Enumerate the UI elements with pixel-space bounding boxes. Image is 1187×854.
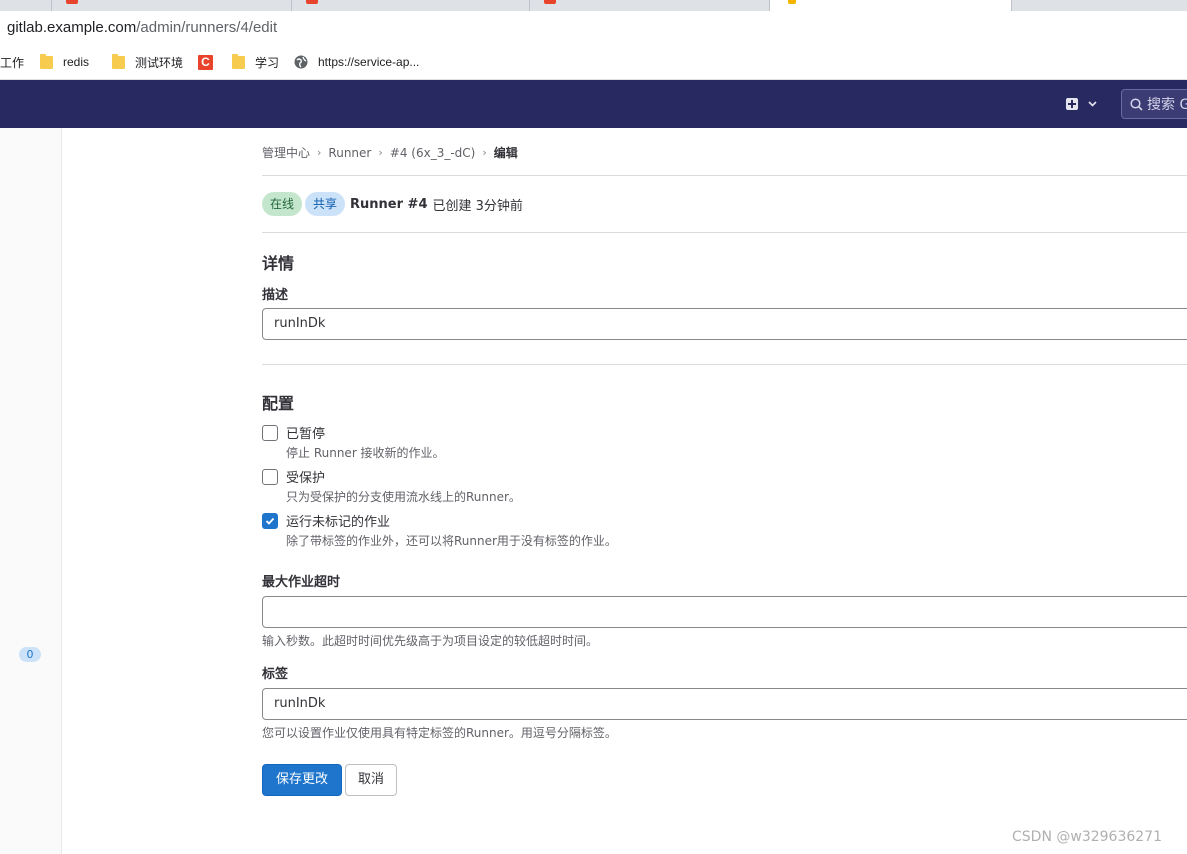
bookmark-study[interactable]: 学习 — [232, 53, 279, 71]
protected-checkbox[interactable] — [262, 468, 278, 485]
bookmarks-bar: 工作 redis 测试环境 C 学习 https://service-ap... — [0, 46, 1187, 80]
config-heading: 配置 — [262, 394, 295, 413]
run-untagged-label: 运行未标记的作业 — [286, 515, 391, 530]
paused-checkbox[interactable] — [262, 424, 278, 441]
description-input[interactable]: runInDk — [262, 308, 1187, 340]
breadcrumb-edit[interactable]: 编辑 — [494, 144, 518, 161]
tab-favicon-icon — [544, 0, 556, 4]
chevron-down-icon — [1088, 101, 1097, 107]
plus-square-icon — [1066, 98, 1078, 110]
folder-icon — [232, 53, 245, 69]
cancel-button[interactable]: 取消 — [345, 764, 397, 796]
bookmark-work[interactable]: 工作 — [0, 53, 24, 71]
tags-help: 您可以设置作业仅使用具有特定标签的Runner。用逗号分隔标签。 — [262, 726, 617, 740]
bookmark-label: redis — [63, 55, 90, 69]
url-host: gitlab.example.com — [7, 19, 137, 36]
divider — [262, 364, 1187, 365]
breadcrumb: 管理中心 › Runner › #4 (6x_3_-dC) › 编辑 — [262, 144, 518, 161]
chevron-right-icon: › — [317, 146, 322, 159]
folder-icon — [40, 53, 53, 69]
run-untagged-checkbox[interactable] — [262, 512, 278, 529]
bookmark-label: https://service-ap... — [318, 55, 420, 69]
paused-option[interactable]: 已暂停 — [262, 423, 325, 442]
bookmark-service-api[interactable]: https://service-ap... — [294, 53, 419, 71]
runner-created-time: 已创建 3分钟前 — [432, 198, 523, 214]
breadcrumb-runner-4[interactable]: #4 (6x_3_-dC) — [390, 146, 476, 160]
save-button[interactable]: 保存更改 — [262, 764, 342, 796]
browser-tab-active[interactable] — [770, 0, 1012, 11]
address-bar[interactable]: gitlab.example.com/admin/runners/4/edit — [0, 11, 1187, 46]
watermark: CSDN @w329636271 — [1012, 829, 1162, 845]
search-placeholder: 搜索 G — [1147, 97, 1187, 113]
browser-tab[interactable] — [530, 0, 770, 11]
timeout-input[interactable] — [262, 596, 1187, 628]
runner-name: Runner #4 — [350, 196, 428, 212]
divider — [262, 175, 1187, 176]
divider — [262, 232, 1187, 233]
status-badge-online: 在线 — [262, 192, 303, 216]
bookmark-redis[interactable]: redis — [40, 53, 89, 71]
timeout-help: 输入秒数。此超时时间优先级高于为项目设定的较低超时时间。 — [262, 634, 599, 648]
csdn-icon: C — [198, 54, 213, 70]
details-heading: 详情 — [262, 254, 295, 273]
chevron-right-icon: › — [482, 146, 487, 159]
bookmark-label: 测试环境 — [135, 55, 184, 70]
protected-option[interactable]: 受保护 — [262, 467, 325, 486]
breadcrumb-runners[interactable]: Runner — [328, 146, 371, 160]
sidebar: 0 — [0, 128, 62, 854]
tab-favicon-icon — [66, 0, 78, 4]
runner-title-row: 在线 共享 Runner #4 已创建 3分钟前 — [262, 192, 523, 216]
paused-help: 停止 Runner 接收新的作业。 — [286, 446, 445, 460]
protected-label: 受保护 — [286, 471, 326, 486]
gitlab-header: 搜索 G — [0, 80, 1187, 128]
tab-favicon-icon — [788, 0, 796, 4]
bookmark-label: 学习 — [255, 55, 280, 70]
run-untagged-help: 除了带标签的作业外，还可以将Runner用于没有标签的作业。 — [286, 534, 617, 548]
tab-favicon-icon — [306, 0, 318, 4]
search-icon — [1130, 97, 1143, 111]
breadcrumb-admin-area[interactable]: 管理中心 — [262, 144, 310, 161]
chevron-right-icon: › — [378, 146, 383, 159]
browser-tab[interactable] — [52, 0, 292, 11]
search-input[interactable]: 搜索 G — [1121, 89, 1187, 119]
browser-tab[interactable] — [0, 0, 52, 11]
url-path: /admin/runners/4/edit — [136, 19, 278, 36]
browser-tab-strip — [0, 0, 1187, 11]
description-label: 描述 — [262, 288, 289, 303]
folder-icon — [112, 53, 125, 69]
check-icon — [265, 517, 275, 525]
browser-tab[interactable] — [292, 0, 530, 11]
run-untagged-option[interactable]: 运行未标记的作业 — [262, 511, 390, 530]
tags-label: 标签 — [262, 667, 289, 682]
globe-icon — [294, 55, 308, 69]
protected-help: 只为受保护的分支使用流水线上的Runner。 — [286, 490, 521, 504]
new-dropdown-button[interactable] — [1066, 95, 1110, 113]
timeout-label: 最大作业超时 — [262, 575, 341, 590]
count-badge: 0 — [19, 647, 41, 662]
bookmark-label: 工作 — [0, 55, 25, 70]
bookmark-csdn[interactable]: C — [198, 53, 213, 71]
status-badge-shared: 共享 — [305, 192, 346, 216]
paused-label: 已暂停 — [286, 427, 326, 442]
bookmark-test-env[interactable]: 测试环境 — [112, 53, 183, 71]
url-text[interactable]: gitlab.example.com/admin/runners/4/edit — [7, 19, 277, 36]
tags-input[interactable]: runInDk — [262, 688, 1187, 720]
